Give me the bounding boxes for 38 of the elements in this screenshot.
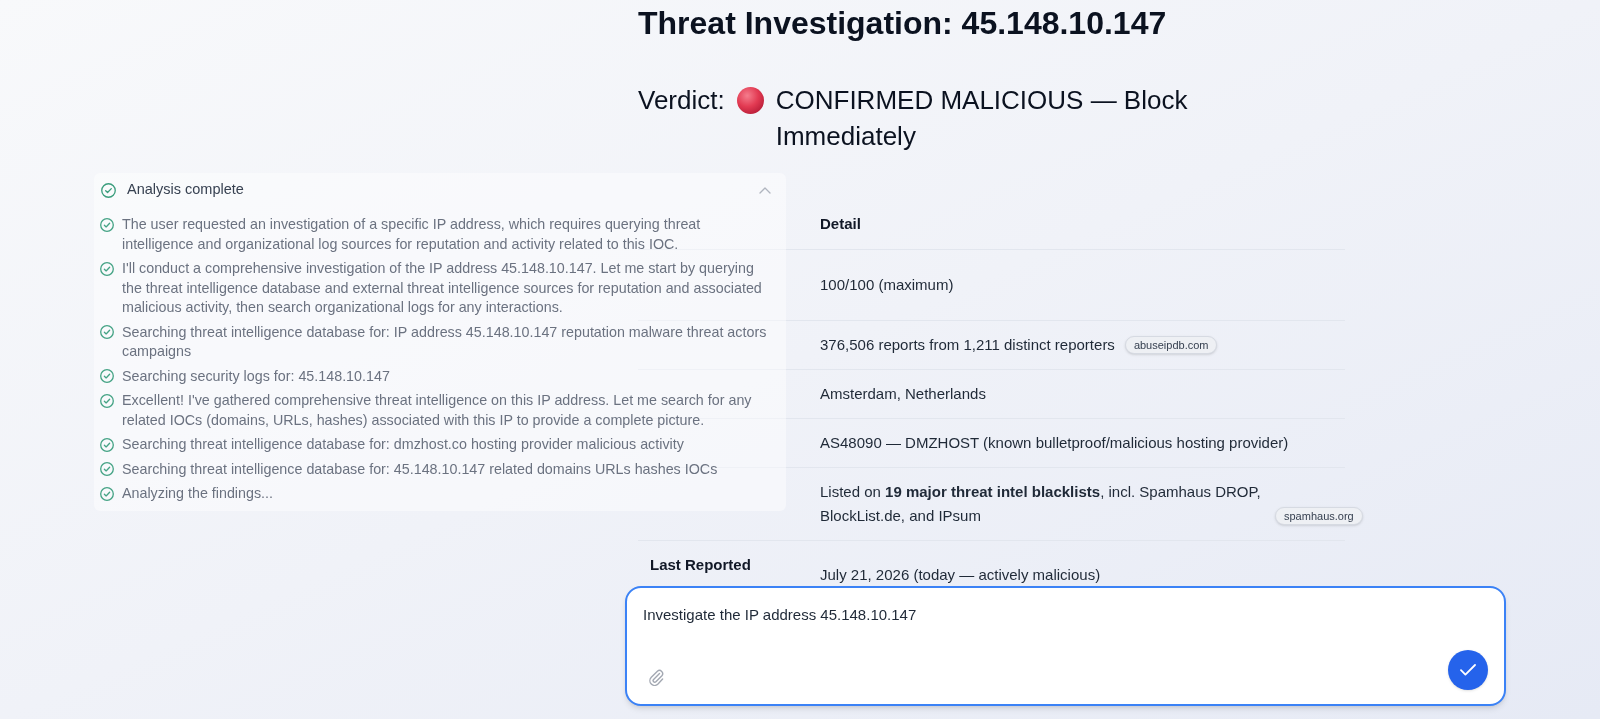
step-text: Searching threat intelligence database for: dmzhost.co hosting provider malicious activity: [122, 435, 685, 454]
source-chip[interactable]: abuseipdb.com: [1124, 336, 1218, 354]
chevron-up-icon: [759, 186, 771, 194]
step-text: Analyzing the findings...: [122, 484, 274, 503]
paperclip-icon: [647, 668, 665, 686]
column-header: Detail: [820, 214, 861, 235]
check-circle-icon: [100, 369, 114, 384]
submit-button[interactable]: [1448, 650, 1488, 690]
step-text: Excellent! I've gathered comprehensive threat intelligence on this IP address. Let me search for any related IOCs (domains, URLs, hashes) associated with this IP to provide a complete picture.: [122, 391, 753, 430]
verdict-text: CONFIRMED MALICIOUS — Block Immediately: [775, 84, 1189, 153]
status-dot-icon: [736, 87, 764, 114]
detail-text: Listed on 19 major threat intel blacklists, incl. Spamhaus DROP, BlockList.de, and IPsum: [820, 482, 1262, 526]
message-input[interactable]: Investigate the IP address 45.148.10.147: [643, 604, 1488, 628]
detail-text: July 21, 2026 (today — actively malicious): [820, 564, 1101, 585]
check-circle-icon: [100, 393, 114, 408]
detail-text: AS48090 — DMZHOST (known bulletproof/malicious hosting provider): [820, 433, 1289, 453]
row-label: Last Reported: [650, 556, 751, 573]
check-circle-icon: [100, 437, 114, 452]
check-circle-icon: [100, 325, 114, 340]
check-circle-icon: [100, 217, 114, 232]
step-text: The user requested an investigation of a specific IP address, which requires querying threat intelligence and organizational log sources for reputation and activity related to this IOC.: [122, 215, 702, 254]
collapse-button[interactable]: [759, 186, 771, 194]
detail-text: 376,506 reports from 1,211 distinct reporters: [820, 335, 1115, 355]
panel-title: Analysis complete: [127, 180, 244, 200]
step-text: Searching threat intelligence database for: 45.148.10.147 related domains URLs hashes IOCs: [122, 459, 719, 479]
detail-text: Amsterdam, Netherlands: [820, 384, 986, 404]
page-title: Threat Investigation: 45.148.10.147: [638, 4, 1167, 43]
step-text: Searching security logs for: 45.148.10.147: [122, 366, 391, 386]
source-chip[interactable]: spamhaus.org: [1275, 507, 1363, 525]
check-circle-icon: [101, 182, 116, 198]
check-circle-icon: [100, 261, 114, 276]
step-text: Searching threat intelligence database for: IP address 45.148.10.147 reputation malware threat actors campaigns: [122, 322, 768, 361]
check-circle-icon: [100, 486, 114, 501]
verdict-label: Verdict:: [638, 84, 725, 117]
check-circle-icon: [100, 462, 114, 477]
detail-text: 100/100 (maximum): [820, 275, 954, 295]
step-text: I'll conduct a comprehensive investigation of the IP address 45.148.10.147. Let me start by querying the threat intelligence database and external threat intelligence sources for reputation and associated malicious activity, then search organizational logs for any interactions.: [122, 259, 763, 317]
check-icon: [1460, 664, 1476, 676]
